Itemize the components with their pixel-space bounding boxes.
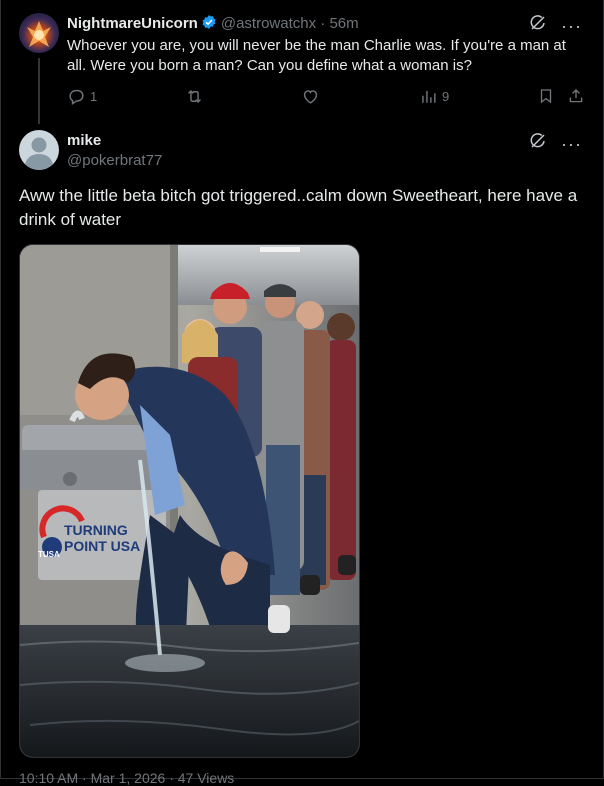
reply-tweet[interactable]: NightmareUnicorn @astrowatchx · 56m ··· W… xyxy=(0,0,604,125)
share-icon xyxy=(569,89,583,103)
handle[interactable]: @astrowatchx xyxy=(221,15,316,32)
grok-icon[interactable] xyxy=(529,132,547,155)
tweet-image[interactable]: TURNING POINT USA TUSA xyxy=(19,244,360,758)
like-button[interactable] xyxy=(301,87,324,106)
tweet-top-actions: ··· xyxy=(529,14,582,37)
reply-icon xyxy=(69,89,84,105)
reply-button[interactable]: 1 xyxy=(67,87,97,106)
thread-line xyxy=(38,58,40,124)
share-button[interactable] xyxy=(567,87,585,105)
action-bar: 1 9 xyxy=(67,87,587,109)
bookmark-icon xyxy=(540,89,552,104)
avatar[interactable] xyxy=(19,13,59,53)
separator: · xyxy=(320,15,326,32)
like-icon xyxy=(303,90,318,104)
sign-line-1: TURNING xyxy=(64,522,128,538)
display-name[interactable]: mike xyxy=(67,132,101,149)
views-icon xyxy=(422,90,436,103)
sign-badge: TUSA xyxy=(38,550,60,559)
sign-line-2: POINT USA xyxy=(64,538,140,554)
avatar[interactable] xyxy=(19,130,59,170)
post-timestamp[interactable]: 10:10 AM · Mar 1, 2026 · 47 Views xyxy=(19,770,234,786)
retweet-icon xyxy=(188,89,201,104)
tweet-top-actions: ··· xyxy=(529,132,582,155)
tweet-text: Aww the little beta bitch got triggered.… xyxy=(19,186,578,229)
view-count: 9 xyxy=(442,89,450,104)
display-name[interactable]: NightmareUnicorn xyxy=(67,15,198,32)
verified-badge-icon xyxy=(201,14,217,34)
post-time[interactable]: 56m xyxy=(329,15,358,32)
tweet-text: Whoever you are, you will never be the m… xyxy=(67,37,566,74)
tweet-header: NightmareUnicorn @astrowatchx · 56m xyxy=(67,14,359,34)
handle[interactable]: @pokerbrat77 xyxy=(67,152,162,169)
reply-count: 1 xyxy=(90,89,98,104)
grok-icon[interactable] xyxy=(529,14,547,37)
views-button[interactable]: 9 xyxy=(419,87,449,106)
more-icon[interactable]: ··· xyxy=(561,17,582,35)
more-icon[interactable]: ··· xyxy=(561,135,582,153)
bookmark-button[interactable] xyxy=(537,87,555,105)
retweet-button[interactable] xyxy=(185,87,208,106)
